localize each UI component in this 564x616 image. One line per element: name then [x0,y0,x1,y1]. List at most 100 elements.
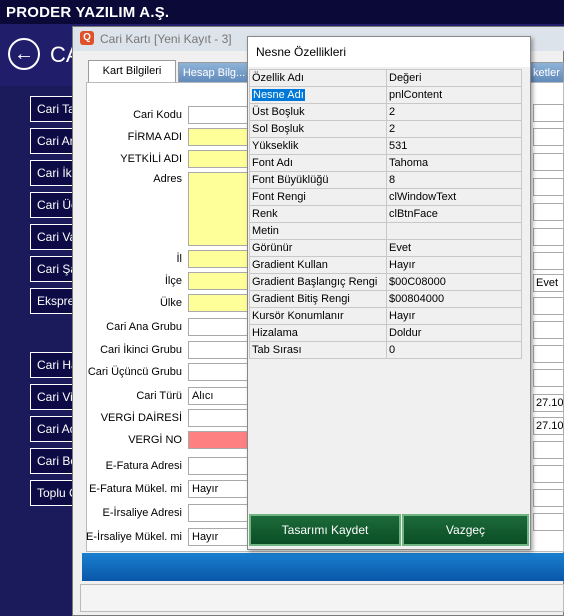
menu-item-cari-uc[interactable]: Cari Üç [30,192,74,218]
adres-input[interactable] [188,172,252,246]
right-field[interactable] [533,104,564,122]
vergi-no-input[interactable] [188,431,252,449]
cancel-button[interactable]: Vazgeç [402,514,529,546]
save-design-button[interactable]: Tasarımı Kaydet [249,514,401,546]
table-row[interactable]: Görünür Evet [249,239,522,257]
property-value[interactable]: $00C08000 [386,273,522,291]
right-field[interactable] [533,465,564,483]
property-value[interactable]: 2 [386,120,522,138]
firma-adi-input[interactable] [188,128,252,146]
dialog-title: Nesne Özellikleri [256,45,347,59]
tab-ketler[interactable]: ketler [528,62,564,84]
right-field[interactable] [533,228,564,246]
property-value[interactable]: $00804000 [386,290,522,308]
table-row[interactable]: Font Rengi clWindowText [249,188,522,206]
table-row[interactable]: Font Adı Tahoma [249,154,522,172]
header-value: Değeri [386,69,522,87]
table-row[interactable]: Gradient Bitiş Rengi $00804000 [249,290,522,308]
menu-item-cari-ta[interactable]: Cari Ta [30,96,74,122]
property-value[interactable]: Tahoma [386,154,522,172]
property-value[interactable]: clBtnFace [386,205,522,223]
property-value[interactable]: 531 [386,137,522,155]
field-label: Cari Türü [136,390,182,402]
menu-item-cari-vir[interactable]: Cari Vir [30,384,74,410]
menu-item-cari-iki[interactable]: Cari İki [30,160,74,186]
property-value[interactable]: 2 [386,103,522,121]
field-label: E-Fatura Mükel. mi [89,483,182,495]
table-row[interactable]: Nesne Adı pnlContent [249,86,522,104]
property-name: Hizalama [249,324,387,342]
table-row[interactable]: Metin [249,222,522,240]
property-value[interactable]: clWindowText [386,188,522,206]
right-field[interactable] [533,178,564,196]
vergi-dairesi-input[interactable] [188,409,252,427]
evet-select[interactable]: Evet [533,274,564,292]
right-field[interactable] [533,441,564,459]
app-logo-icon: Q [80,31,94,45]
property-value[interactable]: 8 [386,171,522,189]
table-row[interactable]: Hizalama Doldur [249,324,522,342]
menu-item-cari-sa[interactable]: Cari Şa [30,256,74,282]
field-label: E-İrsaliye Adresi [102,507,182,519]
cari-ucuncu-grubu-input[interactable] [188,363,252,381]
right-field[interactable] [533,345,564,363]
field-label: Cari Ana Grubu [106,321,182,333]
yetkili-adi-input[interactable] [188,150,252,168]
right-field[interactable] [533,369,564,387]
table-row[interactable]: Sol Boşluk 2 [249,120,522,138]
field-label: İlçe [164,275,182,287]
ilce-input[interactable] [188,272,252,290]
e-irsaliye-adresi-input[interactable] [188,504,252,522]
e-fatura-adresi-input[interactable] [188,457,252,475]
table-row[interactable]: Gradient Başlangıç Rengi $00C08000 [249,273,522,291]
property-name: Kursör Konumlanır [249,307,387,325]
right-field[interactable] [533,252,564,270]
property-value[interactable]: pnlContent [386,86,522,104]
menu-item-ekspre[interactable]: Ekspre [30,288,74,314]
menu-item-cari-bo[interactable]: Cari Bo [30,448,74,474]
property-value[interactable]: Hayır [386,307,522,325]
right-field[interactable] [533,128,564,146]
property-value[interactable]: Doldur [386,324,522,342]
right-field[interactable] [533,489,564,507]
menu-item-cari-ac[interactable]: Cari Aç [30,416,74,442]
property-value[interactable]: 0 [386,341,522,359]
property-value[interactable]: Evet [386,239,522,257]
right-field[interactable] [533,203,564,221]
e-irsaliye-mukellef-select[interactable]: Hayır [188,528,252,546]
field-label: E-İrsaliye Mükel. mi [86,531,182,543]
table-row[interactable]: Yükseklik 531 [249,137,522,155]
property-value[interactable]: Hayır [386,256,522,274]
field-label: YETKİLİ ADI [120,153,182,165]
property-name: Nesne Adı [252,89,305,101]
table-row[interactable]: Kursör Konumlanır Hayır [249,307,522,325]
table-row[interactable]: Gradient Kullan Hayır [249,256,522,274]
property-value[interactable] [386,222,522,240]
right-field[interactable] [533,513,564,531]
date-field[interactable]: 27.10 [533,417,564,435]
e-fatura-mukellef-select[interactable]: Hayır [188,480,252,498]
back-arrow-icon[interactable]: ← [8,38,40,70]
tab-kart-bilgileri[interactable]: Kart Bilgileri [88,60,176,82]
property-name: Font Büyüklüğü [249,171,387,189]
tab-hesap-bilgileri[interactable]: Hesap Bilg... [178,62,250,84]
right-field[interactable] [533,321,564,339]
table-row[interactable]: Renk clBtnFace [249,205,522,223]
cari-ikinci-grubu-input[interactable] [188,341,252,359]
il-input[interactable] [188,250,252,268]
date-field[interactable]: 27.10 [533,394,564,412]
menu-item-cari-ha[interactable]: Cari Ha [30,352,74,378]
cari-ana-grubu-input[interactable] [188,318,252,336]
right-field[interactable] [533,297,564,315]
table-row[interactable]: Üst Boşluk 2 [249,103,522,121]
menu-item-toplu[interactable]: Toplu C [30,480,74,506]
table-row[interactable]: Tab Sırası 0 [249,341,522,359]
ulke-input[interactable] [188,294,252,312]
field-label: Cari İkinci Grubu [100,344,182,356]
menu-item-cari-va[interactable]: Cari Va [30,224,74,250]
cari-turu-select[interactable]: Alıcı [188,387,252,405]
cari-kodu-input[interactable] [188,106,252,124]
right-field[interactable] [533,153,564,171]
menu-item-cari-ar[interactable]: Cari Ar [30,128,74,154]
table-row[interactable]: Font Büyüklüğü 8 [249,171,522,189]
